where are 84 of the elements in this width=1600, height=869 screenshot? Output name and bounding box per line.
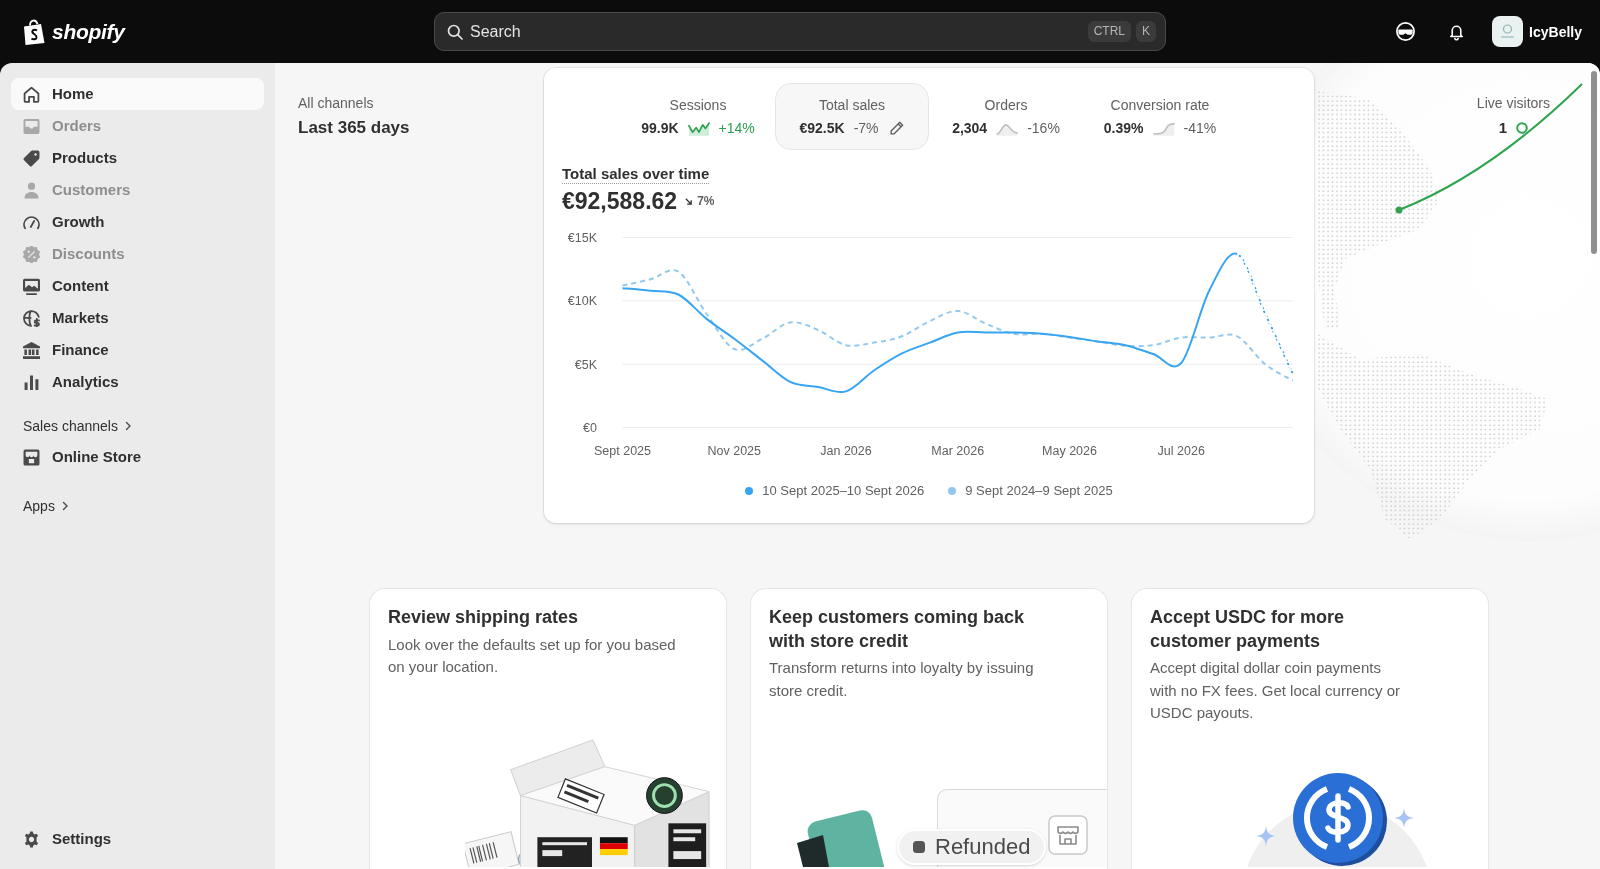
legend-label: 10 Sept 2025–10 Sept 2026 [762,483,925,499]
axis-label: €5K [574,357,597,372]
axis-label: €10K [567,294,597,309]
metric-change: -16% [1027,119,1060,137]
store-account-button[interactable]: IcyBelly [1492,16,1582,47]
metric-label: Orders [984,96,1028,114]
date-range-filter[interactable]: Last 365 days [298,118,410,138]
section-link[interactable]: Apps [11,494,82,518]
axis-label: €15K [567,231,597,245]
axis-label: May 2026 [1042,443,1097,458]
coin-icon [1290,771,1388,867]
legend-label: 9 Sept 2024–9 Sept 2025 [965,483,1113,499]
nav-item[interactable]: Online Store [11,441,264,473]
metric-tab[interactable]: Total sales €92.5K -7% [775,83,929,150]
scrollbar[interactable] [1591,71,1597,254]
storefront-icon [23,448,40,466]
sparkline [1152,120,1175,136]
image-frame-icon [23,277,40,295]
nav-item[interactable]: Finance [11,334,264,366]
channel-filter[interactable]: All channels [298,95,374,112]
section-link[interactable]: Sales channels [11,414,145,438]
home-icon [23,85,40,103]
pencil-icon[interactable] [887,119,905,137]
card-description: Look over the defaults set up for you based on your location. [388,634,677,677]
live-visitors-label[interactable]: Live visitors [1476,95,1550,112]
bank-icon [23,341,40,359]
card-description: Accept digital dollar coin payments with no FX fees. Get local currency or USDC payouts. [1150,658,1402,723]
nav-item[interactable]: Markets [11,302,264,334]
person-icon [23,181,40,199]
total-sales-change: 7% [697,194,715,208]
axis-label: Sept 2025 [594,443,651,458]
store-avatar-icon [1492,16,1524,47]
nav-item[interactable]: Content [11,270,264,302]
tag-icon [23,149,40,167]
storefront-icon [1048,815,1088,855]
gauge-icon [23,213,40,231]
metric-value: 2,304 [952,119,988,137]
card-title: Review shipping rates [388,606,579,629]
globe-dollar-icon [23,309,40,327]
shortcut-key: CTRL [1087,21,1131,42]
sparkle-icon [1256,826,1276,846]
feature-card[interactable]: Accept USDC for more customer payments Accept digital dollar coin payments with no FX fees. Get local currency or USDC payouts. [1131,588,1489,869]
nav-item[interactable]: Growth [11,206,264,238]
card-title: Accept USDC for more customer payments [1150,606,1346,653]
percent-badge-icon [23,245,40,263]
nav-item[interactable]: Home [11,78,264,110]
metric-change: -7% [853,119,879,137]
axis-label: €0 [583,421,597,435]
metric-tab[interactable]: Orders 2,304 -16% [929,83,1083,150]
metric-tab[interactable]: Sessions 99.9K +14% [621,83,775,150]
axis-label: Mar 2026 [931,443,985,458]
nav-item[interactable]: Settings [11,823,264,855]
metric-label: Conversion rate [1110,96,1210,114]
shopping-bag-logo-icon[interactable] [23,18,46,45]
feature-card[interactable]: Review shipping rates Look over the defaults set up for you based on your location. [369,588,727,869]
inbox-icon [23,117,40,135]
status-label: Refunded [935,834,1031,860]
metric-value: 0.39% [1103,119,1144,137]
masked-face-icon[interactable] [1395,21,1417,42]
feature-card[interactable]: Keep customers coming back with store credit Transform returns into loyalty by issuing store credit. Refunded [750,588,1108,869]
metric-value: 99.9K [641,119,679,137]
nav-item[interactable]: Analytics [11,366,264,398]
live-status-icon [1516,122,1529,134]
bar-chart-icon [23,373,40,391]
nav-item[interactable]: Products [11,142,264,174]
metric-change: +14% [718,119,755,137]
sparkle-icon [1394,808,1414,828]
sparkline [687,120,710,136]
gear-icon [23,830,40,848]
chart-title: Total sales over time [562,165,710,184]
axis-label: Jul 2026 [1157,443,1205,458]
metric-label: Sessions [669,96,727,114]
metric-tab[interactable]: Conversion rate 0.39% -41% [1083,83,1237,150]
live-visitors-count: 1 [1498,119,1508,137]
axis-label: Jan 2026 [820,443,872,458]
metric-label: Total sales [818,96,886,114]
logo-wordmark[interactable]: shopify [52,19,125,44]
search-icon [447,23,463,40]
metric-change: -41% [1183,119,1217,137]
total-sales-value: €92,588.62 [562,187,678,216]
card-title: Keep customers coming back with store credit [769,606,1026,653]
card-description: Transform returns into loyalty by issuing store credit. [769,658,1035,701]
metric-value: €92.5K [799,119,845,137]
axis-label: Nov 2025 [707,443,761,458]
